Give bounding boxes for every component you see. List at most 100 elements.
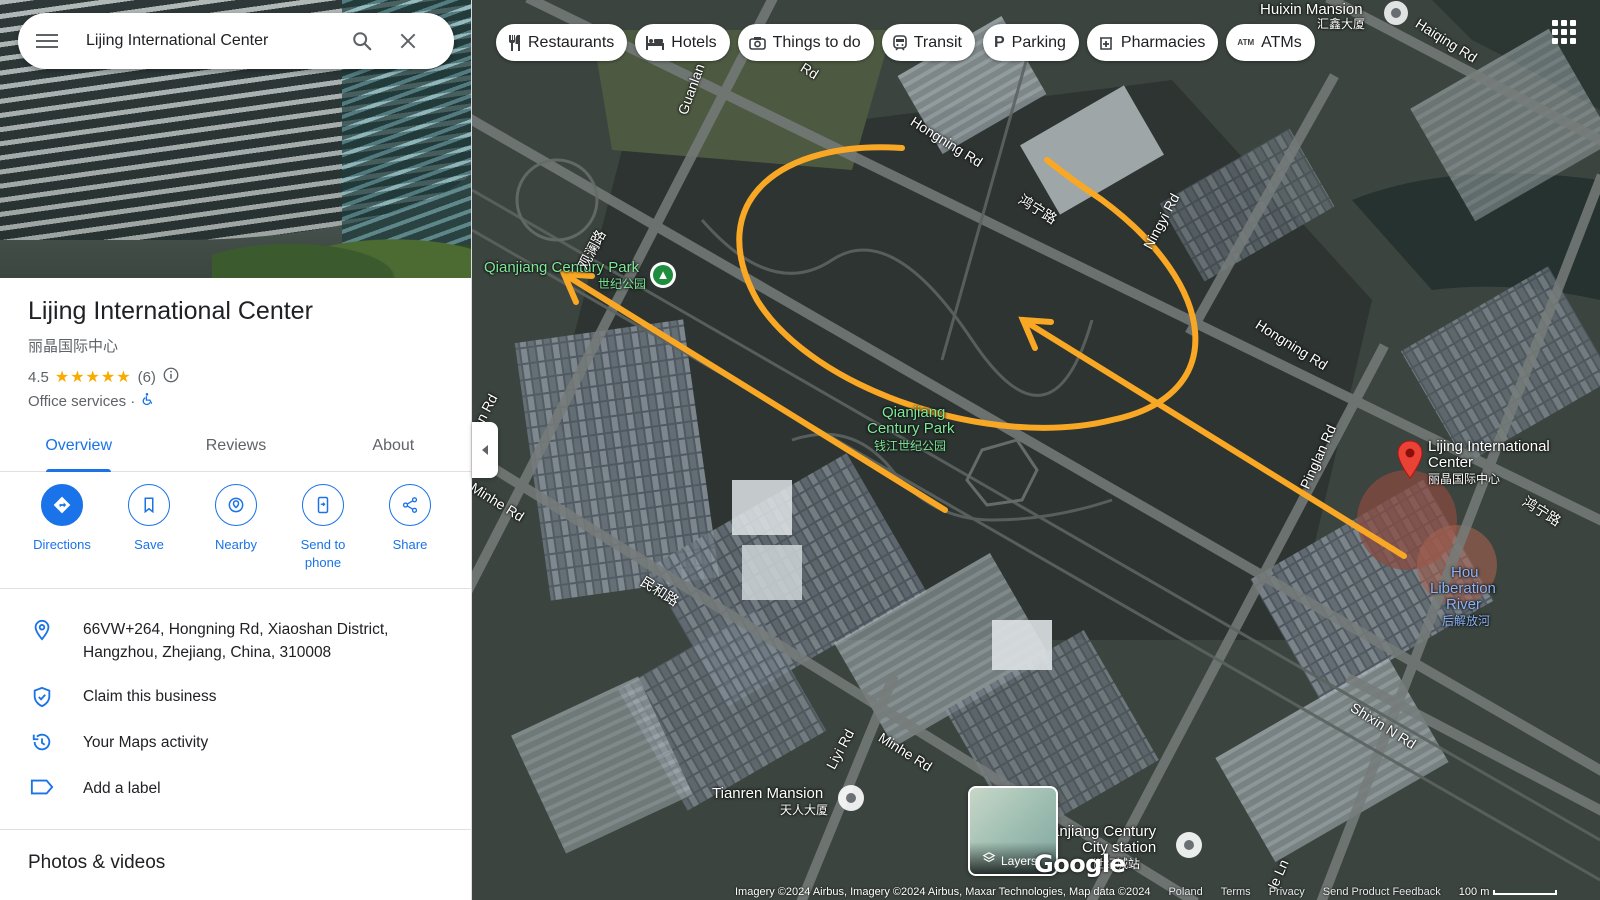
lijing-label-2: Center [1428, 454, 1474, 471]
chip-parking[interactable]: P Parking [983, 24, 1079, 61]
huixin-mansion-cn-label: 汇鑫大厦 [1317, 17, 1366, 31]
chip-label: Parking [1011, 33, 1066, 51]
park-center-label-1: Qianjiang [882, 404, 946, 421]
shield-check-icon [0, 685, 83, 709]
google-logo: Google [1034, 850, 1126, 878]
satellite-map[interactable]: Huixin Mansion 汇鑫大厦 Qianjiang Century Pa… [472, 0, 1600, 900]
claim-business-text: Claim this business [83, 688, 217, 705]
qianjiang-park-cn-label: 世纪公园 [598, 277, 647, 291]
photos-heading: Photos & videos [28, 852, 166, 873]
place-title: Lijing International Center [28, 297, 313, 325]
star-rating: ★★★★★ [54, 369, 132, 386]
scale-bar[interactable]: 100 m [1459, 886, 1558, 898]
directions-button[interactable]: Directions [20, 484, 104, 588]
rating-row: 4.5 ★★★★★ (6) [28, 366, 180, 388]
add-label-row[interactable]: Add a label [0, 777, 471, 800]
tab-overview[interactable]: Overview [0, 420, 157, 472]
poi-pin-icon[interactable] [838, 785, 864, 811]
chip-atms[interactable]: ATM ATMs [1226, 24, 1315, 61]
divider [0, 829, 471, 830]
parking-icon: P [994, 33, 1005, 51]
nearby-label: Nearby [215, 537, 257, 552]
address-text: 66VW+264, Hongning Rd, Xiaoshan District… [83, 618, 388, 664]
chip-hotels[interactable]: Hotels [635, 24, 730, 61]
trees [212, 218, 471, 278]
poi-pin-icon[interactable] [1384, 1, 1408, 25]
location-pin-icon [0, 618, 83, 642]
nearby-icon [215, 484, 257, 526]
search-bar [18, 13, 454, 69]
place-panel: Lijing International Center 丽晶国际中心 4.5 ★… [0, 0, 472, 900]
close-icon[interactable] [388, 21, 428, 61]
hotel-icon [646, 35, 665, 50]
search-input[interactable] [86, 32, 336, 50]
tab-reviews[interactable]: Reviews [157, 420, 314, 471]
terms-link[interactable]: Terms [1221, 886, 1251, 898]
address-line-2: Hangzhou, Zhejiang, China, 310008 [83, 644, 332, 661]
menu-icon[interactable] [36, 29, 60, 53]
info-icon[interactable] [162, 366, 180, 388]
chip-restaurants[interactable]: Restaurants [496, 24, 628, 61]
apps-grid-icon[interactable] [1552, 20, 1576, 44]
hou-river-label-1: Hou [1451, 564, 1479, 581]
place-subtitle: 丽晶国际中心 [28, 338, 119, 355]
collapse-panel-button[interactable] [472, 422, 498, 478]
maps-activity-text: Your Maps activity [83, 734, 209, 751]
address-line-1: 66VW+264, Hongning Rd, Xiaoshan District… [83, 621, 389, 638]
qianjiang-park-label[interactable]: Qianjiang Century Park [484, 260, 639, 276]
tab-about[interactable]: About [315, 420, 471, 471]
send-to-phone-button[interactable]: Send to phone [281, 484, 365, 588]
chip-label: Pharmacies [1120, 33, 1206, 51]
category-row: Office services · [28, 392, 154, 410]
share-icon [389, 484, 431, 526]
action-buttons: Directions Save Nearby Send to phone Sha… [0, 484, 471, 588]
privacy-link[interactable]: Privacy [1269, 886, 1305, 898]
tianren-mansion-label[interactable]: Tianren Mansion [712, 786, 823, 802]
maps-activity-row[interactable]: Your Maps activity [0, 731, 471, 754]
park-center-label-2: Century Park [867, 420, 955, 437]
add-label-text: Add a label [83, 780, 161, 797]
save-button[interactable]: Save [107, 484, 191, 588]
directions-label: Directions [33, 537, 91, 552]
nearby-button[interactable]: Nearby [194, 484, 278, 588]
region-link[interactable]: Poland [1168, 886, 1202, 898]
lijing-cn-label: 丽晶国际中心 [1428, 472, 1501, 486]
map-footer: Imagery ©2024 Airbus, Imagery ©2024 Airb… [735, 884, 1600, 900]
transit-pin-icon[interactable] [1176, 832, 1202, 858]
tianren-mansion-cn-label: 天人大厦 [780, 803, 829, 817]
label-icon [0, 777, 83, 797]
share-button[interactable]: Share [368, 484, 452, 588]
chip-label: Transit [913, 33, 962, 51]
directions-icon [41, 484, 83, 526]
history-icon [0, 731, 83, 753]
park-pin-icon[interactable]: ▲ [650, 262, 676, 288]
chip-label: ATMs [1261, 33, 1302, 51]
category-chips: Restaurants Hotels Things to do Transit … [496, 24, 1315, 61]
claim-business-row[interactable]: Claim this business [0, 685, 471, 709]
scale-line [1493, 889, 1558, 895]
scale-label: 100 m [1458, 886, 1490, 898]
wheelchair-icon [140, 392, 154, 410]
rating-value: 4.5 [28, 368, 49, 386]
chip-transit[interactable]: Transit [881, 24, 975, 61]
atm-icon: ATM [1237, 38, 1255, 47]
send-to-phone-icon [302, 484, 344, 526]
lijing-label-1[interactable]: Lijing International [1428, 439, 1550, 455]
save-label: Save [134, 537, 164, 552]
feedback-link[interactable]: Send Product Feedback [1323, 886, 1441, 898]
category-label[interactable]: Office services · [28, 393, 135, 410]
park-center-cn-label: 钱江世纪公园 [874, 439, 947, 453]
address-row[interactable]: 66VW+264, Hongning Rd, Xiaoshan District… [0, 618, 471, 664]
bookmark-icon [128, 484, 170, 526]
chip-label: Hotels [671, 33, 717, 51]
review-count[interactable]: (6) [138, 369, 156, 386]
search-icon[interactable] [342, 21, 382, 61]
chip-label: Restaurants [528, 33, 615, 51]
selected-place-pin-icon[interactable] [1396, 440, 1424, 480]
chip-pharmacies[interactable]: Pharmacies [1086, 24, 1219, 61]
hou-river-label-2: Liberation [1430, 580, 1496, 597]
chip-things-to-do[interactable]: Things to do [737, 24, 874, 61]
share-label: Share [392, 537, 428, 552]
restaurant-icon [507, 34, 521, 51]
hou-river-label-3: River [1446, 596, 1482, 613]
